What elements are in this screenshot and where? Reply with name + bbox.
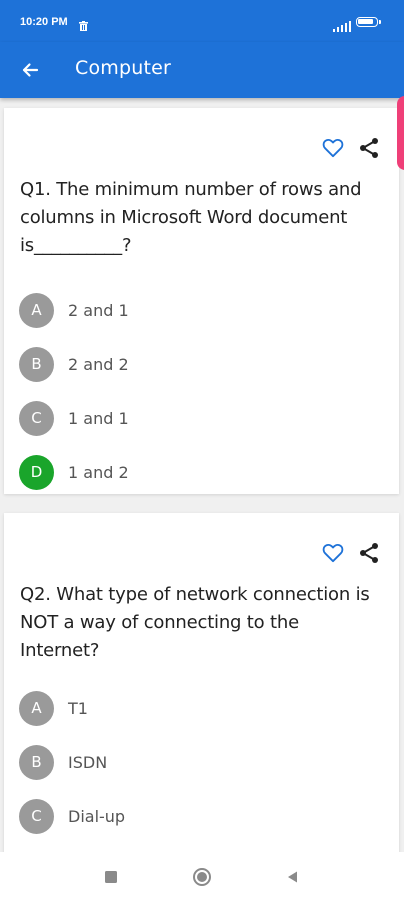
nav-back-button[interactable] (282, 866, 304, 888)
screen: 10:20 PM Computer Q1. The minimum number… (0, 0, 404, 900)
trash-icon (79, 16, 88, 35)
option-letter: A (19, 292, 54, 328)
option-letter: B (19, 744, 54, 780)
home-circle-icon (193, 868, 211, 886)
back-triangle-icon (288, 871, 297, 883)
question-card: Q2. What type of network connection is N… (4, 513, 399, 852)
navigation-bar (0, 852, 404, 900)
option-c[interactable]: C Dial-up (19, 798, 379, 834)
status-bar: 10:20 PM (0, 0, 404, 42)
heart-icon (322, 543, 344, 563)
option-d[interactable]: D 1 and 2 (19, 454, 379, 490)
share-button[interactable] (357, 136, 381, 160)
option-text: ISDN (68, 752, 108, 772)
option-a[interactable]: A 2 and 1 (19, 292, 379, 328)
page-title: Computer (75, 57, 172, 79)
signal-icon (333, 17, 351, 36)
recents-button[interactable] (100, 866, 122, 888)
option-text: 1 and 1 (68, 408, 129, 428)
option-b[interactable]: B ISDN (19, 744, 379, 780)
question-card: Q1. The minimum number of rows and colum… (4, 108, 399, 494)
card-actions (321, 136, 381, 160)
side-tab[interactable] (397, 96, 404, 170)
option-text: 2 and 1 (68, 300, 129, 320)
option-text: 2 and 2 (68, 354, 129, 374)
question-text: Q2. What type of network connection is N… (20, 584, 370, 661)
option-c[interactable]: C 1 and 1 (19, 400, 379, 436)
question-list[interactable]: Q1. The minimum number of rows and colum… (0, 98, 404, 852)
heart-icon (322, 138, 344, 158)
question-text: Q1. The minimum number of rows and colum… (20, 179, 362, 256)
options-list: A T1 B ISDN C Dial-up (19, 690, 379, 852)
back-button[interactable] (14, 54, 46, 86)
battery-icon (356, 17, 381, 27)
option-a[interactable]: A T1 (19, 690, 379, 726)
status-time: 10:20 PM (20, 16, 68, 28)
option-letter: C (19, 798, 54, 834)
option-text: Dial-up (68, 806, 126, 826)
share-icon (360, 543, 378, 563)
option-letter: B (19, 346, 54, 382)
option-letter: D (19, 454, 54, 490)
app-bar: Computer (0, 42, 404, 98)
option-b[interactable]: B 2 and 2 (19, 346, 379, 382)
options-list: A 2 and 1 B 2 and 2 C 1 and 1 D 1 and 2 (19, 292, 379, 508)
favorite-button[interactable] (321, 136, 345, 160)
arrow-left-icon (22, 63, 39, 77)
recents-square-icon (105, 871, 117, 883)
card-actions (321, 541, 381, 565)
share-button[interactable] (357, 541, 381, 565)
favorite-button[interactable] (321, 541, 345, 565)
option-letter: C (19, 400, 54, 436)
option-text: 1 and 2 (68, 462, 129, 482)
share-icon (360, 138, 378, 158)
option-letter: A (19, 690, 54, 726)
option-text: T1 (68, 698, 88, 718)
home-button[interactable] (191, 866, 213, 888)
